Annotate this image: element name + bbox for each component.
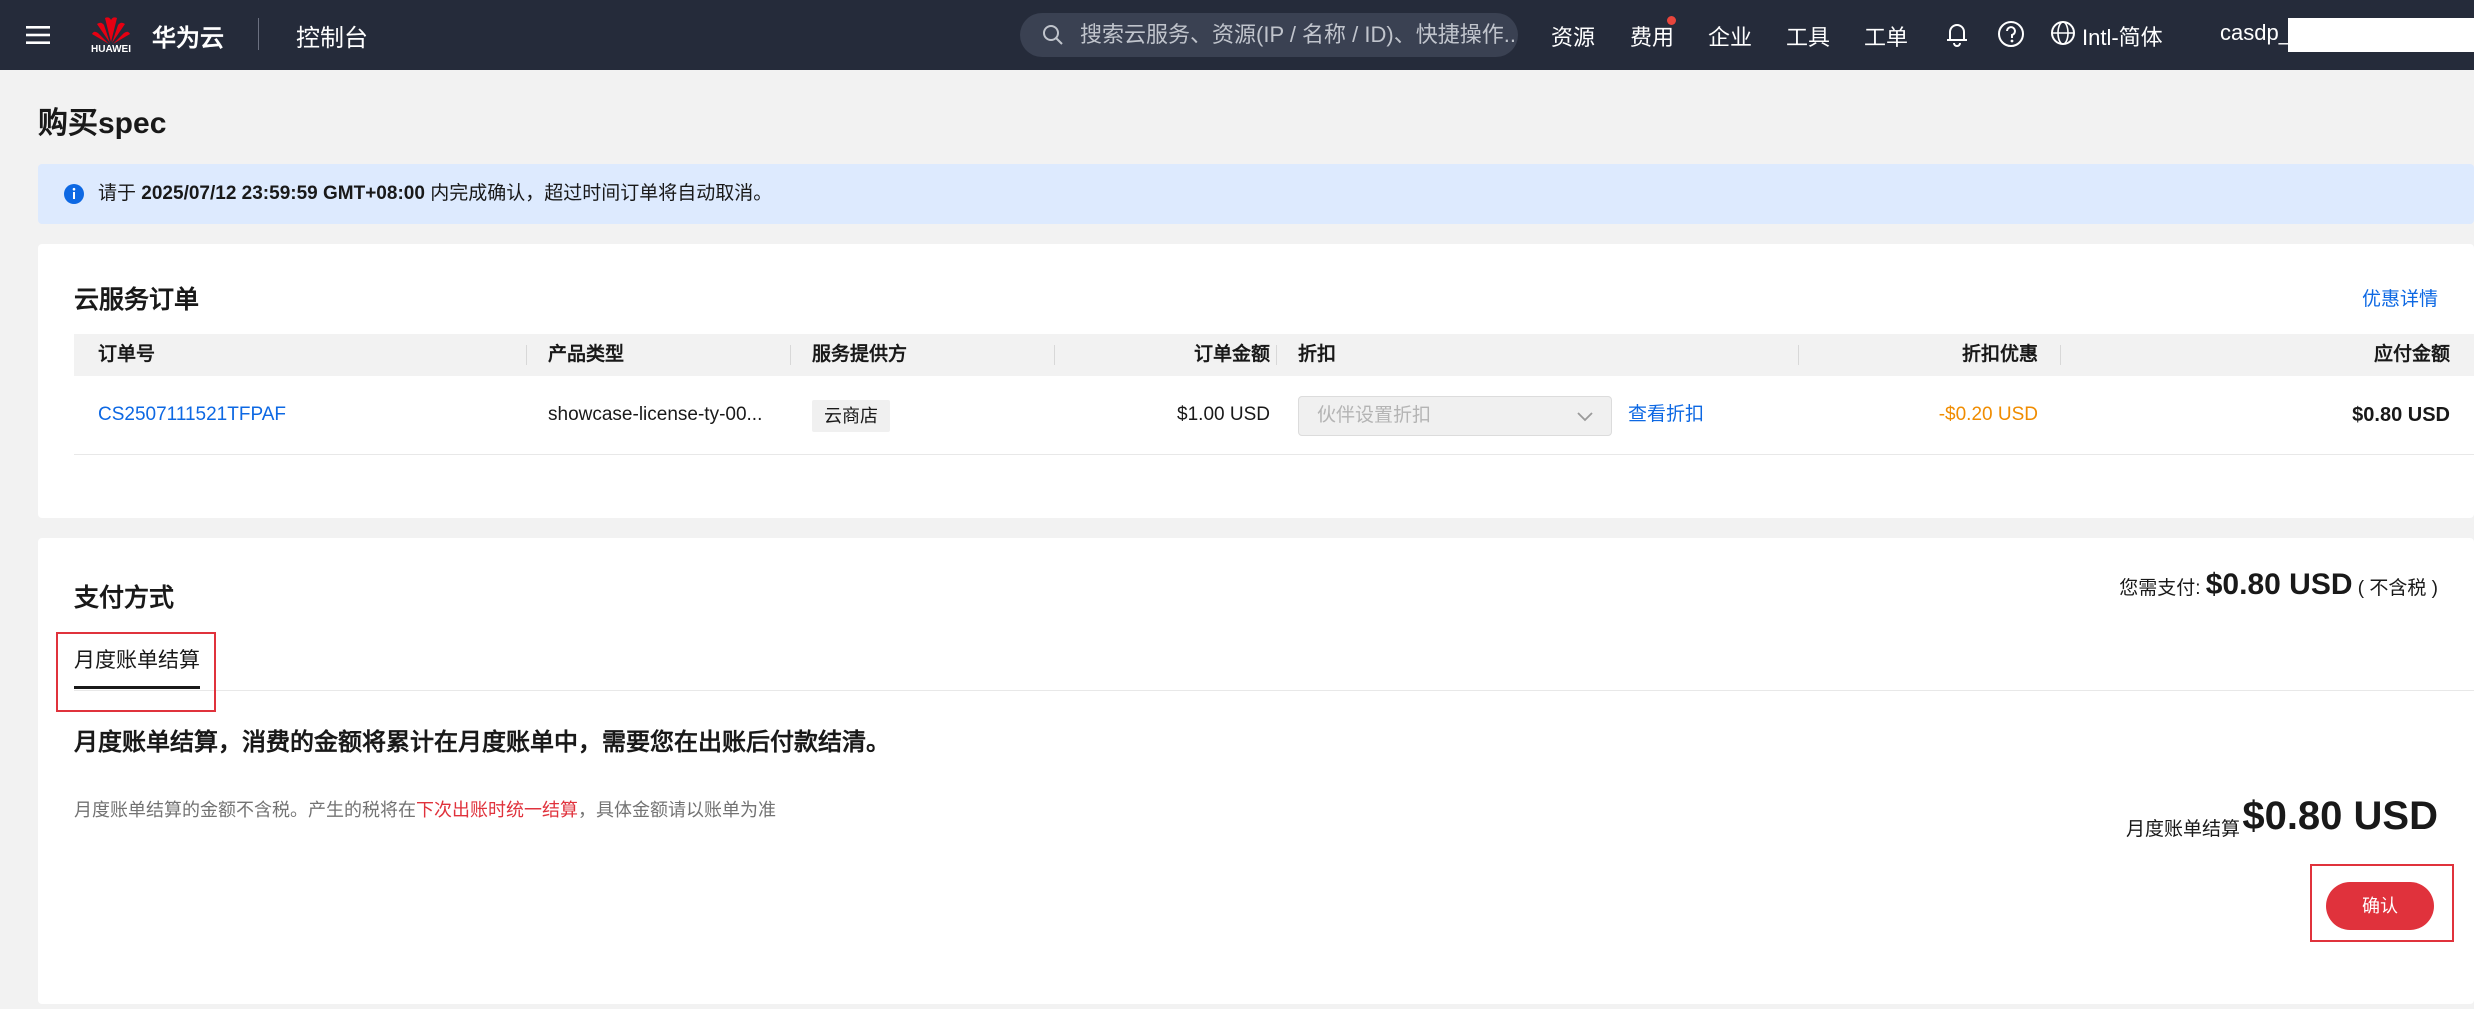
col-discount-benefit: 折扣优惠 [1961, 344, 2038, 365]
need-pay-amount: $0.80 USD [2205, 568, 2353, 601]
nav-billing[interactable]: 费用 [1630, 20, 1674, 52]
col-payable: 应付金额 [2373, 344, 2450, 365]
chevron-down-icon [1577, 412, 1593, 422]
partner-discount-select[interactable]: 伙伴设置折扣 [1298, 396, 1612, 436]
view-discount-link[interactable]: 查看折扣 [1628, 376, 1704, 454]
bell-icon[interactable] [1942, 19, 1972, 49]
col-separator [1276, 345, 1277, 365]
order-card: 云服务订单 优惠详情 订单号 产品类型 服务提供方 订单金额 折扣 折扣优惠 应… [38, 244, 2474, 518]
nav-tools[interactable]: 工具 [1786, 20, 1830, 52]
order-amount: $1.00 USD [1177, 404, 1270, 425]
notification-dot [1667, 16, 1676, 25]
note-after: ，具体金额请以账单为准 [578, 800, 776, 820]
user-account[interactable]: casdp_ [2220, 20, 2291, 46]
col-separator [1798, 345, 1799, 365]
notice-prefix: 请于 [98, 183, 137, 204]
provider-tag: 云商店 [812, 400, 890, 432]
col-order-amount: 订单金额 [1193, 344, 1270, 365]
topbar-divider [258, 18, 259, 50]
nav-tickets[interactable]: 工单 [1864, 20, 1908, 52]
payable-amount: $0.80 USD [2352, 404, 2450, 426]
table-row: CS2507111521TFPAF showcase-license-ty-00… [74, 376, 2474, 455]
menu-icon[interactable] [24, 21, 52, 49]
col-discount: 折扣 [1298, 344, 1337, 365]
need-pay-label: 您需支付: [2119, 578, 2201, 599]
order-table-header: 订单号 产品类型 服务提供方 订单金额 折扣 折扣优惠 应付金额 [74, 334, 2474, 376]
total-label: 月度账单结算 [2125, 819, 2240, 840]
deadline-notice: 请于 2025/07/12 23:59:59 GMT+08:00 内完成确认，超… [38, 164, 2474, 224]
notice-suffix: 内完成确认，超过时间订单将自动取消。 [430, 183, 773, 204]
confirm-button[interactable]: 确认 [2326, 882, 2434, 930]
notice-deadline: 2025/07/12 23:59:59 GMT+08:00 [141, 183, 425, 204]
col-separator [526, 345, 527, 365]
payment-description: 月度账单结算，消费的金额将累计在月度账单中，需要您在出账后付款结清。 [74, 729, 890, 756]
product-type: showcase-license-ty-00... [548, 404, 763, 425]
note-before: 月度账单结算的金额不含税。产生的税将在 [74, 800, 416, 820]
page-title: 购买spec [38, 107, 167, 140]
tab-bar-divider [74, 690, 2474, 691]
col-provider: 服务提供方 [812, 344, 908, 365]
search-icon [1043, 25, 1063, 45]
tax-note: ( 不含税 ) [2357, 578, 2438, 599]
top-bar: HUAWEI 华为云 控制台 搜索云服务、资源(IP / 名称 / ID)、快捷… [0, 0, 2474, 70]
help-icon[interactable] [1996, 19, 2026, 49]
logo-text: HUAWEI [91, 44, 131, 55]
nav-resources[interactable]: 资源 [1551, 20, 1595, 52]
pay-summary: 您需支付: $0.80 USD ( 不含税 ) [2119, 568, 2438, 602]
masked-username [2288, 18, 2474, 52]
discount-value: -$0.20 USD [1938, 404, 2038, 425]
console-link[interactable]: 控制台 [296, 18, 368, 53]
discount-select-placeholder: 伙伴设置折扣 [1317, 405, 1432, 426]
payment-section-title: 支付方式 [74, 584, 175, 612]
search-placeholder: 搜索云服务、资源(IP / 名称 / ID)、快捷操作... [1080, 22, 1518, 47]
col-separator [790, 345, 791, 365]
total-amount: $0.80 USD [2242, 794, 2438, 838]
globe-icon[interactable] [2050, 20, 2076, 46]
col-order-id: 订单号 [98, 344, 156, 365]
order-id-link[interactable]: CS2507111521TFPAF [98, 376, 286, 454]
order-section-title: 云服务订单 [74, 286, 200, 314]
search-input[interactable]: 搜索云服务、资源(IP / 名称 / ID)、快捷操作... [1020, 13, 1518, 57]
coupon-details-link[interactable]: 优惠详情 [2318, 284, 2438, 311]
tax-note-text: 月度账单结算的金额不含税。产生的税将在下次出账时统一结算，具体金额请以账单为准 [74, 796, 776, 822]
col-product-type: 产品类型 [548, 344, 625, 365]
brand-name[interactable]: 华为云 [152, 18, 224, 53]
info-icon [64, 184, 84, 204]
language-switch[interactable]: Intl-简体 [2082, 20, 2163, 52]
nav-enterprise[interactable]: 企业 [1708, 20, 1752, 52]
note-highlight: 下次出账时统一结算 [416, 800, 578, 820]
payment-card: 支付方式 您需支付: $0.80 USD ( 不含税 ) 月度账单结算 月度账单… [38, 538, 2474, 1004]
highlight-box [56, 632, 216, 712]
col-separator [2060, 345, 2061, 365]
col-separator [1054, 345, 1055, 365]
